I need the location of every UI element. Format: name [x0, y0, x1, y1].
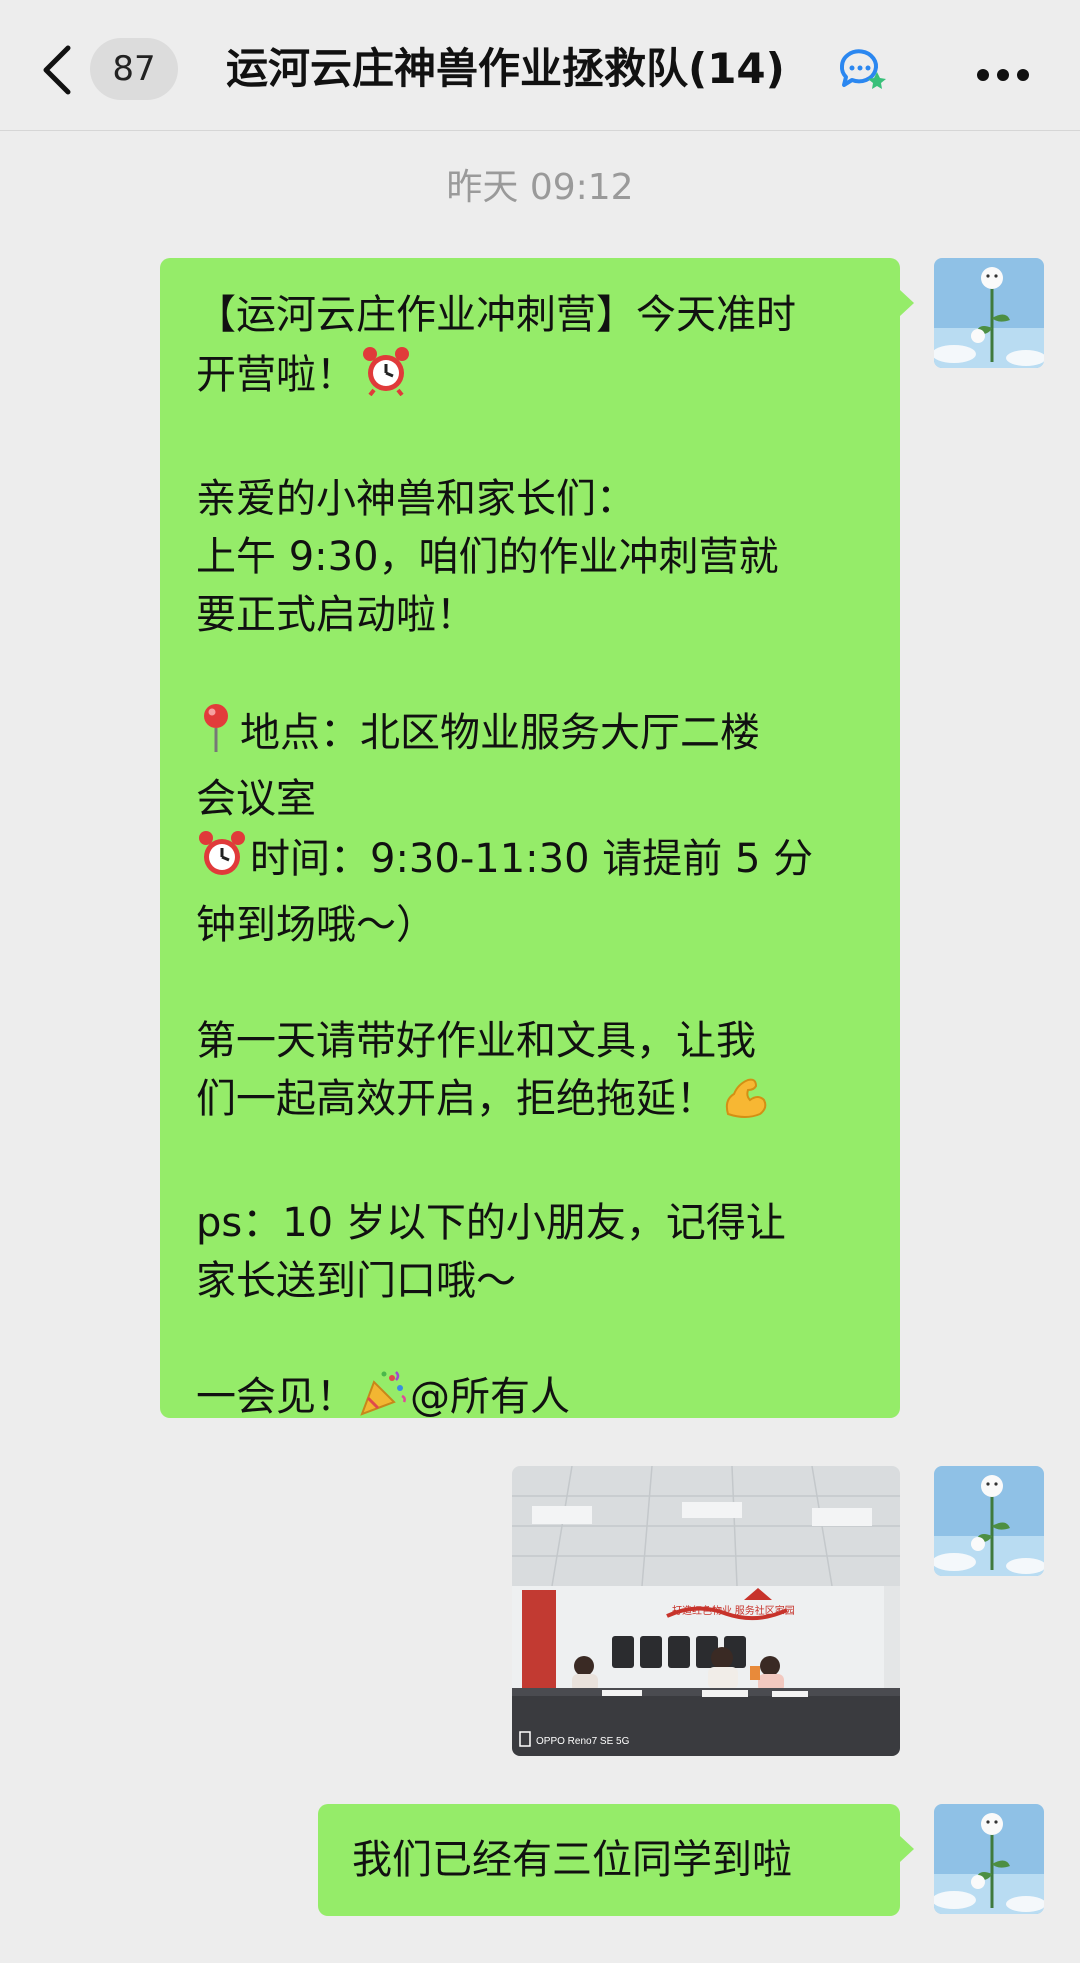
- message-text: 我们已经有三位同学到啦: [352, 1837, 792, 1883]
- bubble-tail: [900, 290, 914, 316]
- message-line: 要正式启动啦！: [196, 592, 476, 638]
- more-icon: [977, 69, 1029, 81]
- message-line: 们一起高效开启，拒绝拖延！: [196, 1070, 900, 1136]
- back-icon[interactable]: [40, 44, 76, 96]
- sender-avatar[interactable]: [934, 1804, 1044, 1914]
- message-line: 会议室: [196, 776, 316, 822]
- text-message-bubble[interactable]: 我们已经有三位同学到啦: [318, 1804, 900, 1916]
- message-line: 上午 9:30，咱们的作业冲刺营就: [196, 534, 779, 580]
- message-line: 家长送到门口哦～: [196, 1258, 516, 1304]
- avatar-image: [934, 1804, 1044, 1914]
- message-line: 开营啦！: [196, 344, 900, 412]
- message-line: 亲爱的小神兽和家长们：: [196, 476, 636, 522]
- message-line: 地点：北区物业服务大厅二楼: [196, 702, 900, 770]
- group-chat-icon[interactable]: [836, 46, 886, 94]
- more-button[interactable]: [968, 44, 1038, 94]
- alarm-clock-icon: [360, 344, 412, 412]
- message-line: 一会见！ @所有人: [196, 1368, 900, 1434]
- announcement-message-bubble[interactable]: 【运河云庄作业冲刺营】今天准时 开营啦！ 亲爱的小神兽和家长们： 上午 9:30…: [160, 258, 900, 1420]
- message-line: ps：10 岁以下的小朋友，记得让: [196, 1200, 786, 1246]
- message-line: 【运河云庄作业冲刺营】今天准时: [196, 292, 796, 338]
- bubble-tail: [900, 1836, 914, 1862]
- chat-header: 87 运河云庄神兽作业拯救队(14): [0, 0, 1080, 131]
- unread-count-badge[interactable]: 87: [90, 38, 178, 100]
- photo-message[interactable]: 打造红色物业 服务社区家园 OPPO Reno7 SE 5G: [512, 1466, 900, 1756]
- avatar-image: [934, 1466, 1044, 1576]
- chat-title: 运河云庄神兽作业拯救队(14): [226, 44, 785, 93]
- alarm-clock-icon: [196, 828, 248, 896]
- mention-all[interactable]: @所有人: [410, 1374, 570, 1420]
- sender-avatar[interactable]: [934, 258, 1044, 368]
- sender-avatar[interactable]: [934, 1466, 1044, 1576]
- message-line: 第一天请带好作业和文具，让我: [196, 1018, 756, 1064]
- photo-watermark: OPPO Reno7 SE 5G: [536, 1736, 630, 1747]
- party-popper-icon: [358, 1368, 408, 1434]
- classroom-photo: 打造红色物业 服务社区家园 OPPO Reno7 SE 5G: [512, 1466, 900, 1756]
- message-line: 时间：9:30-11:30 请提前 5 分: [196, 828, 900, 896]
- avatar-image: [934, 258, 1044, 368]
- photo-banner-text: 打造红色物业 服务社区家园: [672, 1604, 795, 1617]
- message-timestamp: 昨天 09:12: [446, 167, 634, 208]
- flexed-bicep-icon: [720, 1070, 770, 1136]
- location-pin-icon: [196, 702, 236, 770]
- message-line: 钟到场哦～）: [196, 902, 436, 948]
